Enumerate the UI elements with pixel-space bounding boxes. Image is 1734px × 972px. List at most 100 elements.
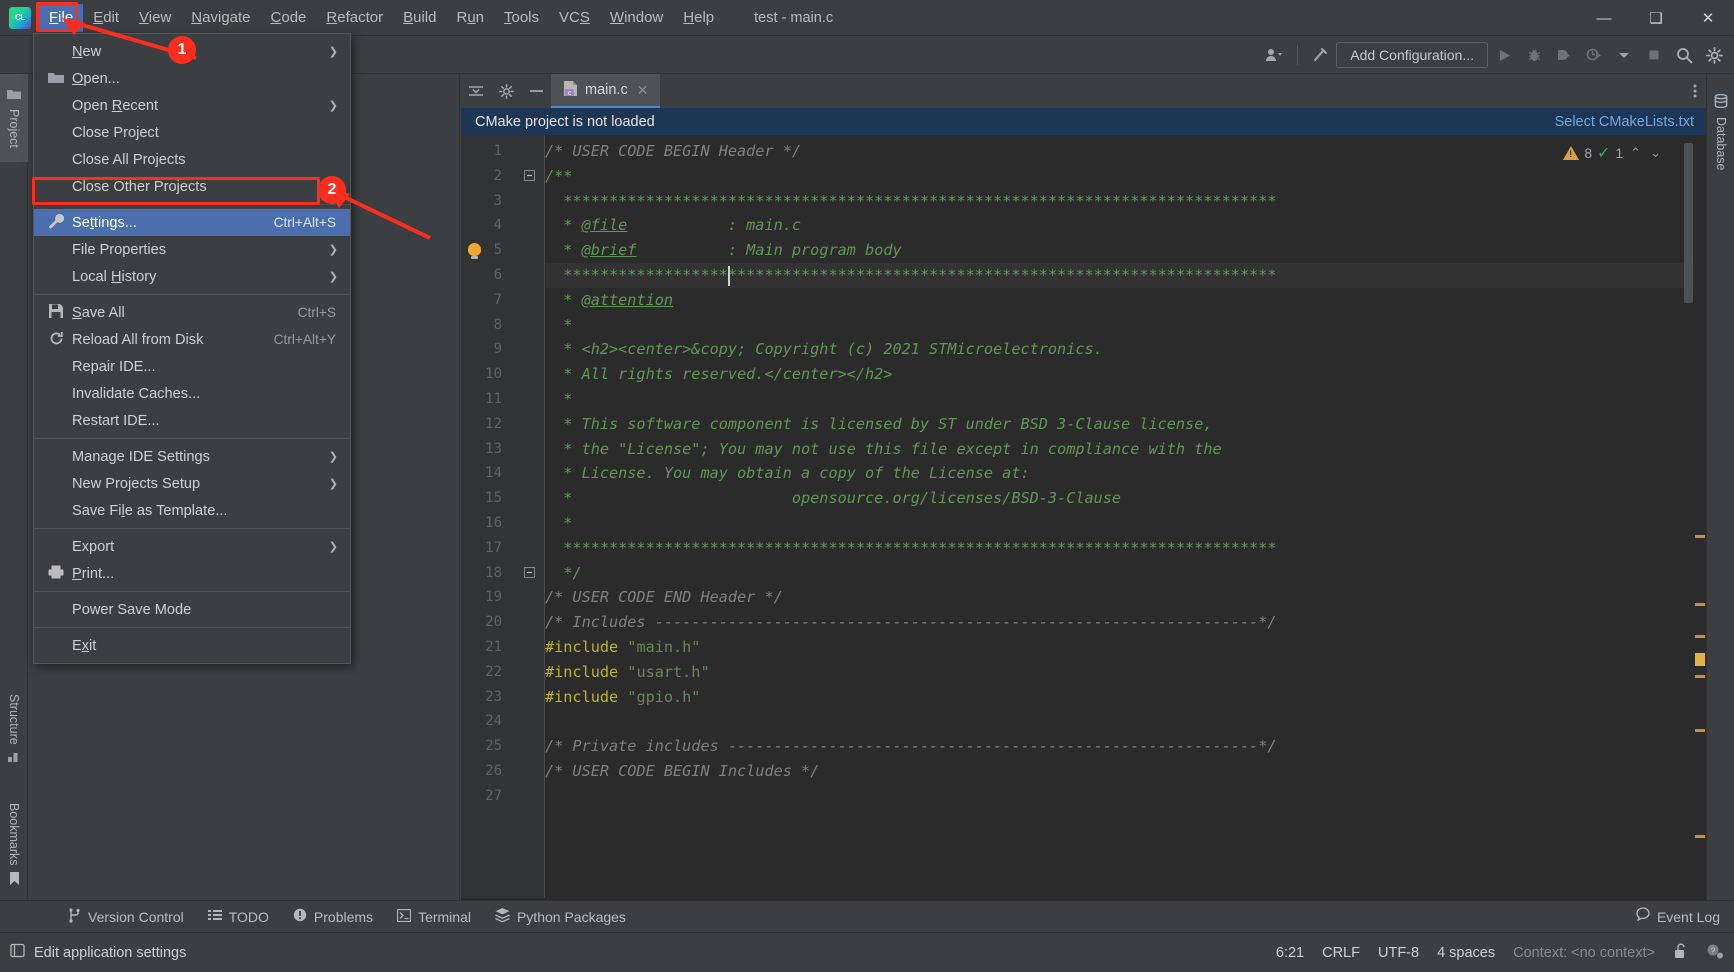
code-content[interactable]: /* USER CODE BEGIN Header *//** ********… <box>468 135 1706 898</box>
error-marker-strip[interactable] <box>1694 135 1706 898</box>
menu-code[interactable]: Code <box>261 4 317 32</box>
menu-view[interactable]: View <box>129 4 181 32</box>
code-line[interactable]: /* Private includes --------------------… <box>545 734 1706 759</box>
code-line[interactable]: * @attention <box>545 288 1706 313</box>
file-menu-item-power-save-mode[interactable]: Power Save Mode <box>34 596 350 623</box>
file-menu-item-close-all-projects[interactable]: Close All Projects <box>34 146 350 173</box>
code-line[interactable] <box>545 784 1706 809</box>
code-line[interactable]: * opensource.org/licenses/BSD-3-Clause <box>545 486 1706 511</box>
code-line[interactable]: * This software component is licensed by… <box>545 412 1706 437</box>
sidebar-item-bookmarks[interactable]: Bookmarks <box>0 788 28 904</box>
code-line[interactable]: /* Includes ----------------------------… <box>545 610 1706 635</box>
stop-icon[interactable] <box>1640 41 1668 69</box>
tool-window-button-terminal[interactable]: Terminal <box>385 908 483 925</box>
file-menu-item-new[interactable]: New ❯ <box>34 38 350 65</box>
file-menu-item-reload-all-from-disk[interactable]: Reload All from Disk Ctrl+Alt+Y <box>34 326 350 353</box>
file-menu-item-restart-ide[interactable]: Restart IDE... <box>34 407 350 434</box>
file-menu-item-close-other-projects[interactable]: Close Other Projects <box>34 173 350 200</box>
file-menu-dropdown[interactable]: New ❯ Open... Open Recent ❯ Close Project Clos… <box>33 33 351 664</box>
menu-run[interactable]: Run <box>446 4 494 32</box>
error-stripe-marker[interactable] <box>1695 729 1705 732</box>
file-menu-item-export[interactable]: Export ❯ <box>34 533 350 560</box>
tool-window-button-todo[interactable]: TODO <box>196 909 281 925</box>
sidebar-item-project[interactable]: Project <box>0 74 28 162</box>
tool-window-button-python-packages[interactable]: Python Packages <box>483 908 638 925</box>
file-menu-item-save-file-as-template[interactable]: Save File as Template... <box>34 497 350 524</box>
inspection-profile-icon[interactable]: ? <box>1706 943 1724 963</box>
caret-position[interactable]: 6:21 <box>1276 945 1304 961</box>
file-menu-item-invalidate-caches[interactable]: Invalidate Caches... <box>34 380 350 407</box>
error-stripe-marker[interactable] <box>1695 675 1705 678</box>
tool-window-button-problems[interactable]: Problems <box>281 908 385 925</box>
code-line[interactable]: * <box>545 387 1706 412</box>
menu-vcs[interactable]: VCS <box>549 4 600 32</box>
code-line[interactable]: * <box>545 511 1706 536</box>
run-icon[interactable] <box>1490 41 1518 69</box>
file-menu-item-new-projects-setup[interactable]: New Projects Setup ❯ <box>34 470 350 497</box>
code-line[interactable]: ****************************************… <box>545 189 1706 214</box>
previous-problem-icon[interactable]: ⌃ <box>1628 145 1643 161</box>
code-line[interactable]: * @file : main.c <box>545 213 1706 238</box>
file-menu-item-settings[interactable]: Settings... Ctrl+Alt+S <box>34 209 350 236</box>
file-menu-item-repair-ide[interactable]: Repair IDE... <box>34 353 350 380</box>
code-line[interactable]: * @brief : Main program body <box>545 238 1706 263</box>
event-log-button[interactable]: Event Log <box>1636 907 1720 926</box>
error-stripe-marker[interactable] <box>1695 635 1705 638</box>
file-menu-item-save-all[interactable]: Save All Ctrl+S <box>34 299 350 326</box>
collapse-all-icon[interactable] <box>461 74 491 108</box>
file-encoding[interactable]: UTF-8 <box>1378 945 1419 961</box>
code-line[interactable]: /* USER CODE END Header */ <box>545 585 1706 610</box>
code-fold-toggle-icon[interactable] <box>524 566 535 578</box>
menu-file[interactable]: File <box>39 3 84 32</box>
unlocked-icon[interactable] <box>1673 943 1688 963</box>
menu-build[interactable]: Build <box>393 4 446 32</box>
code-line[interactable]: * All rights reserved.</center></h2> <box>545 362 1706 387</box>
line-separator[interactable]: CRLF <box>1322 945 1360 961</box>
sidebar-item-database[interactable]: Database <box>1707 78 1734 186</box>
file-menu-item-print[interactable]: Print... <box>34 560 350 587</box>
file-menu-item-exit[interactable]: Exit <box>34 632 350 659</box>
file-menu-item-manage-ide-settings[interactable]: Manage IDE Settings ❯ <box>34 443 350 470</box>
code-line[interactable]: /* USER CODE BEGIN Header */ <box>545 139 1706 164</box>
code-line[interactable]: */ <box>545 561 1706 586</box>
code-line[interactable]: /* USER CODE BEGIN Includes */ <box>545 759 1706 784</box>
close-icon[interactable]: ✕ <box>637 82 649 99</box>
next-problem-icon[interactable]: ⌄ <box>1648 145 1663 161</box>
code-editor[interactable]: 1 2 3 4 5 6 7 8 9 10 11 12 13 14 15 16 17 18 19 20 21 22 23 24 2… <box>461 135 1706 898</box>
error-stripe-marker[interactable] <box>1695 835 1705 838</box>
editor-tab-main-c[interactable]: c main.c ✕ <box>551 74 661 108</box>
code-line[interactable]: * <h2><center>&copy; Copyright (c) 2021 … <box>545 337 1706 362</box>
error-stripe-marker[interactable] <box>1695 603 1705 606</box>
debug-icon[interactable] <box>1520 41 1548 69</box>
editor-options-kebab-icon[interactable] <box>1693 74 1697 108</box>
user-dropdown-icon[interactable] <box>1261 41 1289 69</box>
code-line[interactable]: #include "usart.h" <box>545 660 1706 685</box>
context-label[interactable]: Context: <no context> <box>1513 945 1655 961</box>
window-controls[interactable]: — ❑ ✕ <box>1578 0 1734 36</box>
code-line[interactable] <box>545 709 1706 734</box>
add-configuration-button[interactable]: Add Configuration... <box>1336 42 1488 68</box>
settings-gear-icon[interactable] <box>1700 41 1728 69</box>
sidebar-item-structure[interactable]: Structure <box>0 678 28 782</box>
profile-icon[interactable] <box>1580 41 1608 69</box>
file-menu-item-open[interactable]: Open... <box>34 65 350 92</box>
tool-window-button-version-control[interactable]: Version Control <box>56 907 196 926</box>
menu-help[interactable]: Help <box>673 4 724 32</box>
code-line[interactable]: ****************************************… <box>545 536 1706 561</box>
menu-bar[interactable]: File Edit View Navigate Code Refactor Build Run… <box>39 0 724 36</box>
select-cmakelists-link[interactable]: Select CMakeLists.txt <box>1555 114 1694 130</box>
menu-window[interactable]: Window <box>600 4 673 32</box>
intention-bulb-icon[interactable] <box>468 243 481 260</box>
error-stripe-marker[interactable] <box>1695 535 1705 538</box>
editor-vertical-scrollbar[interactable] <box>1684 143 1693 303</box>
more-run-dropdown-icon[interactable] <box>1610 41 1638 69</box>
file-menu-item-local-history[interactable]: Local History ❯ <box>34 263 350 290</box>
build-hammer-icon[interactable] <box>1306 41 1334 69</box>
code-line[interactable]: ****************************************… <box>545 263 1706 288</box>
menu-refactor[interactable]: Refactor <box>316 4 393 32</box>
file-menu-item-open-recent[interactable]: Open Recent ❯ <box>34 92 350 119</box>
menu-navigate[interactable]: Navigate <box>181 4 260 32</box>
menu-tools[interactable]: Tools <box>494 4 549 32</box>
indent-setting[interactable]: 4 spaces <box>1437 945 1495 961</box>
run-with-coverage-icon[interactable] <box>1550 41 1578 69</box>
